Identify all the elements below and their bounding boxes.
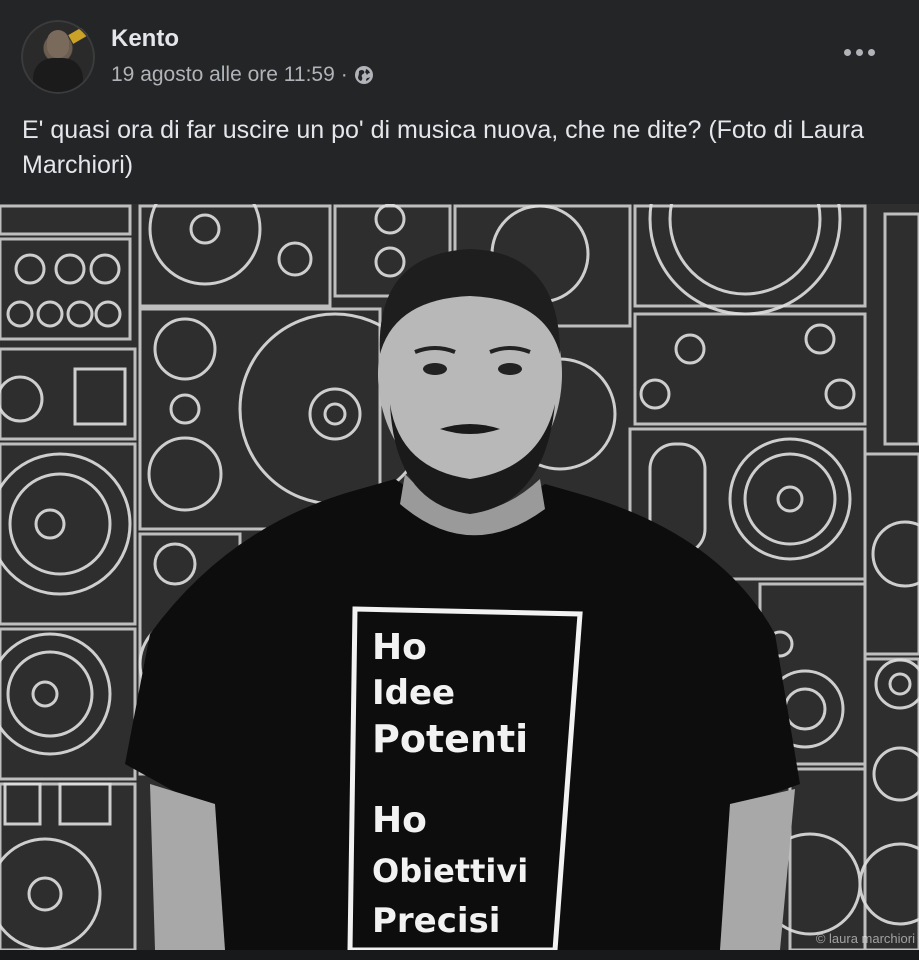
more-dot xyxy=(855,48,863,56)
bottom-divider xyxy=(0,950,919,960)
photo-credit: © laura marchiori xyxy=(815,931,915,946)
post-text: E' quasi ora di far uscire un po' di mus… xyxy=(22,116,864,179)
more-dot xyxy=(843,48,851,56)
shirt-line: Ho xyxy=(372,800,427,841)
post-header: Kento 19 agosto alle ore 11:59 · xyxy=(0,0,919,100)
globe-icon[interactable] xyxy=(354,65,374,85)
more-dot xyxy=(867,48,875,56)
shirt-line: Potenti xyxy=(372,717,528,761)
photo-illustration: Ho Idee Potenti Ho Obiettivi Precisi xyxy=(0,204,919,950)
post-timestamp[interactable]: 19 agosto alle ore 11:59 xyxy=(111,63,335,87)
author-name[interactable]: Kento xyxy=(111,25,179,53)
post-photo[interactable]: Ho Idee Potenti Ho Obiettivi Precisi © l… xyxy=(0,204,919,950)
post-card: Kento 19 agosto alle ore 11:59 · E' quas… xyxy=(0,0,919,960)
meta-separator: · xyxy=(340,63,348,86)
shirt-line: Idee xyxy=(372,673,455,713)
avatar-ring xyxy=(21,20,95,94)
shirt-line: Precisi xyxy=(372,901,500,941)
author-avatar[interactable] xyxy=(21,20,95,94)
more-options-icon[interactable] xyxy=(839,40,879,64)
post-meta: 19 agosto alle ore 11:59 · xyxy=(111,63,374,87)
shirt-line: Obiettivi xyxy=(372,852,528,890)
shirt-line: Ho xyxy=(372,627,427,668)
